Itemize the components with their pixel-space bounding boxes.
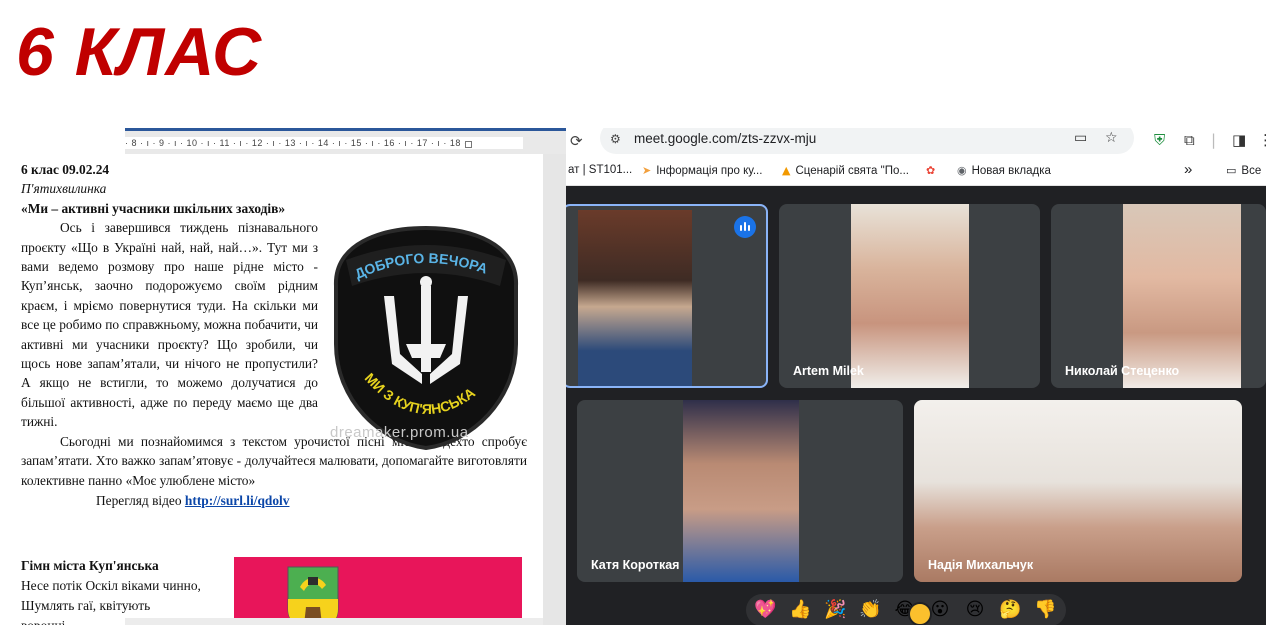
document-scrollbar[interactable]: [543, 154, 566, 625]
video-label: Перегляд відео: [96, 492, 185, 508]
hymn-line-2: Шумлять гаї, квітують: [21, 598, 151, 613]
reaction-clap[interactable]: 👏: [859, 599, 881, 621]
participant-tile-1[interactable]: [566, 204, 768, 388]
participant-tile-4[interactable]: Катя Короткая: [577, 400, 903, 582]
video-link[interactable]: http://surl.li/qdolv: [185, 493, 290, 508]
shield-icon[interactable]: ⛨: [1154, 131, 1165, 149]
coat-of-arms-icon: [287, 566, 339, 625]
document-page[interactable]: 6 клас 09.02.24 П'ятихвилинка «Ми – акти…: [0, 154, 543, 625]
meet-window: ⟳ ⚙ meet.google.com/zts-zzvx-mju ▭ ☆ ⛨ ⧉…: [566, 128, 1266, 625]
url-text: meet.google.com/zts-zzvx-mju: [634, 131, 817, 146]
participant-name: Надія Михальчук: [928, 558, 1034, 572]
ruler-ticks: · 8 · ı · 9 · ı · 10 · ı · 11 · ı · 12 ·…: [125, 137, 523, 149]
bookmark-5[interactable]: ◉ Новая вкладка: [957, 164, 1051, 177]
heading: «Ми – активні учасники шкільних заходів»: [21, 200, 286, 216]
reaction-party[interactable]: 🎉: [824, 599, 846, 621]
bookmark-label: Новая вкладка: [971, 165, 1051, 177]
participant-tile-5[interactable]: Надія Михальчук: [914, 400, 1242, 582]
subtitle: П'ятихвилинка: [21, 181, 107, 197]
extensions-icon[interactable]: ⧉: [1184, 131, 1195, 149]
bookmarks-bar: ат | ST101... ➤ Інформація про ку... ▲ Сце…: [566, 156, 1266, 186]
reactions-bar: 💖 👍 🎉 👏 😂 😮 😢 🤔 👎: [746, 594, 1066, 625]
video-line: Перегляд відео http://surl.li/qdolv: [21, 491, 527, 510]
globe-icon: ◉: [957, 164, 967, 177]
hymn-line-1: Несе потік Оскіл віками чинно,: [21, 578, 201, 593]
all-bookmarks-folder[interactable]: ▭ Все: [1226, 164, 1261, 177]
hymn-block: Гімн міста Куп'янська Несе потік Оскіл в…: [21, 556, 231, 625]
patch-text: ДОБРОГО ВЕЧОРА МИ З КУП'ЯНСЬКА: [352, 250, 490, 417]
address-bar[interactable]: ⚙ meet.google.com/zts-zzvx-mju ▭ ☆: [600, 128, 1134, 154]
bell-icon: ▲: [782, 164, 791, 177]
bookmark-label: Інформація про ку...: [656, 165, 763, 177]
bookmark-1[interactable]: ат | ST101...: [568, 164, 632, 176]
photos-icon: ✿: [926, 164, 936, 177]
pin-icon: ➤: [642, 164, 652, 177]
bookmark-label: ат | ST101...: [568, 164, 633, 176]
svg-text:ДОБРОГО ВЕЧОРА: ДОБРОГО ВЕЧОРА: [352, 250, 490, 282]
folder-icon: ▭: [1226, 164, 1237, 177]
side-panel-icon[interactable]: ◨: [1232, 131, 1246, 149]
city-flag: [234, 557, 522, 625]
reaction-thumbs-up[interactable]: 👍: [789, 599, 811, 621]
site-settings-icon[interactable]: ⚙: [610, 132, 621, 146]
participant-name: Катя Короткая: [591, 558, 680, 572]
participant-video: [1123, 204, 1241, 388]
svg-text:МИ З КУП'ЯНСЬКА: МИ З КУП'ЯНСЬКА: [362, 370, 478, 417]
reaction-thumbs-down[interactable]: 👎: [1034, 599, 1056, 621]
bookmark-label: Сценарій свята "По...: [795, 165, 909, 177]
date-line: 6 клас 09.02.24: [21, 162, 110, 177]
reaction-heart[interactable]: 💖: [754, 599, 776, 621]
patch-top-text: ДОБРОГО ВЕЧОРА: [352, 250, 490, 282]
browser-toolbar: ⟳ ⚙ meet.google.com/zts-zzvx-mju ▭ ☆ ⛨ ⧉…: [566, 128, 1266, 156]
paragraph-1: Ось і завершився тиждень пізнавального п…: [21, 220, 318, 430]
hymn-title: Гімн міста Куп'янська: [21, 558, 159, 573]
slide-title: 6 КЛАС: [16, 14, 263, 90]
watermark: dreamaker.prom.ua: [330, 424, 469, 441]
reaction-thinking[interactable]: 🤔: [999, 599, 1021, 621]
participant-tile-2[interactable]: Artem Milek: [779, 204, 1040, 388]
ruler[interactable]: · 8 · ı · 9 · ı · 10 · ı · 11 · ı · 12 ·…: [125, 128, 566, 154]
participant-name: Artem Milek: [793, 364, 864, 378]
toolbar-divider: |: [1211, 131, 1217, 149]
participant-name: Николай Стеценко: [1065, 364, 1180, 378]
menu-icon[interactable]: ⋮: [1258, 131, 1266, 149]
more-bookmarks-button[interactable]: »: [1184, 161, 1192, 178]
horizontal-scrollbar[interactable]: [125, 618, 543, 625]
document-window: · 8 · ı · 9 · ı · 10 · ı · 11 · ı · 12 ·…: [0, 128, 566, 625]
all-bookmarks-label: Все: [1241, 165, 1262, 177]
skin-tone-selector[interactable]: [908, 602, 932, 625]
participant-video: [914, 400, 1242, 582]
participant-video: [851, 204, 969, 388]
reaction-surprised[interactable]: 😮: [929, 599, 951, 621]
participant-video: [578, 210, 692, 386]
bookmark-4[interactable]: ✿: [926, 164, 940, 177]
camera-icon[interactable]: ▭: [1074, 130, 1087, 146]
reload-icon[interactable]: ⟳: [570, 132, 583, 150]
participant-tile-3[interactable]: Николай Стеценко: [1051, 204, 1266, 388]
bookmark-3[interactable]: ▲ Сценарій свята "По...: [782, 164, 909, 177]
reaction-sad[interactable]: 😢: [964, 599, 986, 621]
indent-marker[interactable]: [465, 141, 472, 148]
speaking-indicator-icon: [734, 216, 756, 238]
bookmark-star-icon[interactable]: ☆: [1105, 130, 1118, 146]
bookmark-2[interactable]: ➤ Інформація про ку...: [642, 164, 762, 177]
participant-video: [683, 400, 799, 582]
patch-bottom-text: МИ З КУП'ЯНСЬКА: [362, 370, 478, 417]
